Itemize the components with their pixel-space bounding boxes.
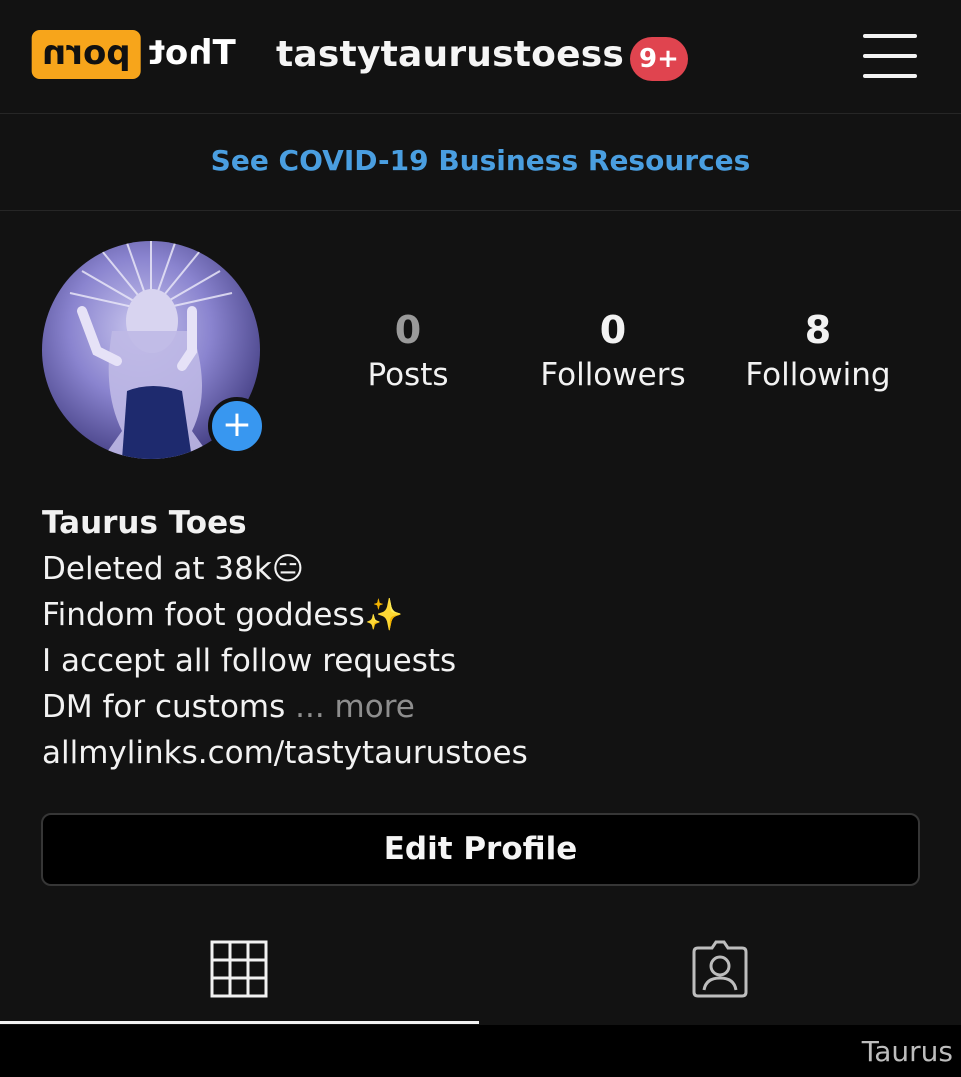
hamburger-menu-icon[interactable] (863, 34, 917, 80)
bio-website-link[interactable]: allmylinks.com/tastytaurustoes (42, 730, 922, 776)
following-count: 8 (804, 308, 832, 352)
followers-label: Followers (540, 357, 686, 393)
watermark-logo: Thot porn (32, 30, 244, 79)
display-name: Taurus Toes (42, 505, 247, 541)
tab-tagged[interactable] (479, 920, 961, 1024)
tagged-person-icon (692, 940, 748, 998)
grid-icon (210, 940, 268, 998)
following-label: Following (745, 357, 891, 393)
tab-grid-posts[interactable] (0, 920, 479, 1024)
bio-line: I accept all follow requests (42, 643, 457, 679)
stat-following[interactable]: 8 Following (736, 308, 900, 398)
add-story-button[interactable]: + (208, 397, 266, 455)
bio-line-with-more: DM for customs ... more (42, 684, 922, 730)
more-link[interactable]: ... more (285, 689, 415, 725)
notification-badge[interactable]: 9+ (630, 37, 688, 81)
stat-followers[interactable]: 0 Followers (530, 308, 696, 398)
bio-line: Findom foot goddess✨ (42, 597, 404, 633)
posts-count: 0 (394, 308, 422, 352)
footer-bar: Taurus (0, 1025, 961, 1077)
stat-posts[interactable]: 0 Posts (352, 308, 464, 398)
covid-resources-link[interactable]: See COVID-19 Business Resources (0, 114, 961, 211)
logo-text: Thot (148, 33, 236, 73)
followers-count: 0 (599, 308, 627, 352)
logo-box-text: porn (32, 30, 141, 79)
edit-profile-button[interactable]: Edit Profile (41, 813, 920, 886)
profile-bio: Taurus Toes Deleted at 38k😑 Findom foot … (42, 500, 922, 776)
bio-line: Deleted at 38k😑 (42, 551, 305, 587)
top-bar: Thot porn tastytaurustoess 9+ (0, 0, 961, 114)
posts-label: Posts (367, 357, 449, 393)
username-header[interactable]: tastytaurustoess (276, 34, 624, 75)
bio-line: DM for customs (42, 689, 286, 725)
watermark-text: Taurus (861, 1035, 953, 1068)
